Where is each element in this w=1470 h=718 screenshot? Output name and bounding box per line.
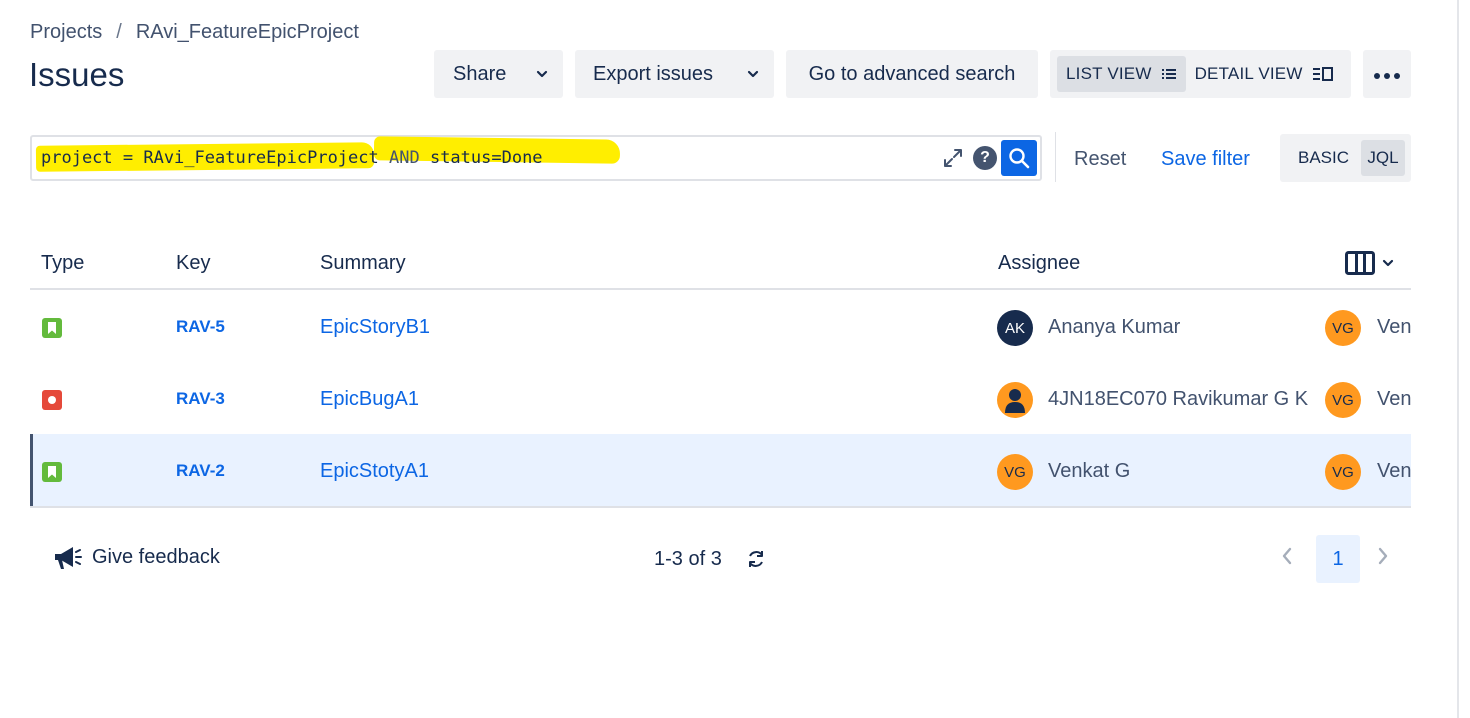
share-button[interactable]: Share xyxy=(434,50,563,98)
export-label: Export issues xyxy=(593,62,714,85)
breadcrumb-project[interactable]: RAvi_FeatureEpicProject xyxy=(136,21,359,43)
chevron-right-icon xyxy=(1378,547,1388,565)
chevron-down-icon xyxy=(1382,259,1394,267)
search-icon xyxy=(1009,148,1030,169)
table-body: RAV-5 EpicStoryB1 AK Ananya Kumar VG Ven… xyxy=(30,290,1411,508)
issue-key-link[interactable]: RAV-2 xyxy=(176,461,225,481)
columns-icon xyxy=(1345,251,1375,275)
assignee-name: Ananya Kumar xyxy=(1048,316,1181,338)
share-label: Share xyxy=(453,62,507,85)
page-title: Issues xyxy=(29,56,125,93)
list-view-label: LIST VIEW xyxy=(1066,64,1152,83)
reporter-name: Ven xyxy=(1377,316,1411,338)
breadcrumb-separator: / xyxy=(116,21,122,43)
avatar: VG xyxy=(1325,454,1361,490)
chevron-left-icon xyxy=(1282,547,1292,565)
divider xyxy=(1055,132,1056,182)
assignee-name: 4JN18EC070 Ravikumar G K xyxy=(1048,388,1309,410)
give-feedback-label: Give feedback xyxy=(92,545,220,568)
issue-key-link[interactable]: RAV-3 xyxy=(176,389,225,409)
column-header-type[interactable]: Type xyxy=(41,252,84,275)
issue-key-link[interactable]: RAV-5 xyxy=(176,317,225,337)
column-picker-button[interactable] xyxy=(1345,251,1395,275)
result-count: 1-3 of 3 xyxy=(654,548,722,570)
avatar: VG xyxy=(1325,310,1361,346)
default-avatar-icon xyxy=(997,382,1033,418)
jql-search-input[interactable]: project = RAvi_FeatureEpicProject AND st… xyxy=(30,135,1042,181)
avatar: VG xyxy=(1325,382,1361,418)
table-header: Type Key Summary Assignee xyxy=(30,240,1411,290)
chevron-down-icon xyxy=(535,67,549,81)
megaphone-icon xyxy=(55,547,82,569)
breadcrumb-projects[interactable]: Projects xyxy=(30,21,102,43)
assignee-name: Venkat G xyxy=(1048,460,1131,482)
avatar: AK xyxy=(997,310,1033,346)
detail-view-icon xyxy=(1312,67,1333,81)
column-header-summary[interactable]: Summary xyxy=(320,252,406,275)
jql-query-text[interactable]: project = RAvi_FeatureEpicProject AND st… xyxy=(41,148,543,168)
refresh-icon[interactable] xyxy=(745,548,767,570)
story-icon xyxy=(42,462,62,482)
export-issues-button[interactable]: Export issues xyxy=(575,50,774,98)
more-icon xyxy=(1373,63,1401,86)
reporter-name: Ven xyxy=(1377,460,1411,482)
page-edge-divider xyxy=(1457,0,1459,718)
next-page-button[interactable] xyxy=(1376,545,1390,573)
table-row[interactable]: RAV-3 EpicBugA1 4JN18EC070 Ravikumar G K… xyxy=(30,362,1411,434)
issue-summary-link[interactable]: EpicStotyA1 xyxy=(320,460,429,483)
jql-query-clause: project = RAvi_FeatureEpicProject xyxy=(41,148,389,168)
reporter-name: Ven xyxy=(1377,388,1411,410)
jql-query-status: status=Done xyxy=(419,148,543,168)
jql-mode-button[interactable]: JQL xyxy=(1361,140,1405,176)
avatar: VG xyxy=(997,454,1033,490)
breadcrumb: Projects / RAvi_FeatureEpicProject xyxy=(30,21,359,44)
help-icon[interactable]: ? xyxy=(973,146,997,170)
view-toggle: LIST VIEW DETAIL VIEW xyxy=(1050,50,1351,98)
expand-icon[interactable] xyxy=(942,147,964,169)
detail-view-button[interactable]: DETAIL VIEW xyxy=(1186,56,1343,92)
table-row[interactable]: RAV-5 EpicStoryB1 AK Ananya Kumar VG Ven xyxy=(30,290,1411,362)
chevron-down-icon xyxy=(746,67,760,81)
save-filter-button[interactable]: Save filter xyxy=(1161,148,1250,171)
issue-summary-link[interactable]: EpicBugA1 xyxy=(320,388,419,411)
table-row-selected[interactable]: RAV-2 EpicStotyA1 VG Venkat G VG Ven xyxy=(30,434,1411,506)
give-feedback-button[interactable]: Give feedback xyxy=(52,543,220,571)
detail-view-label: DETAIL VIEW xyxy=(1194,64,1303,83)
search-mode-toggle: BASIC JQL xyxy=(1280,134,1411,182)
list-icon xyxy=(1161,68,1176,80)
advanced-search-button[interactable]: Go to advanced search xyxy=(786,50,1038,98)
basic-mode-button[interactable]: BASIC xyxy=(1286,140,1361,176)
issues-table: Type Key Summary Assignee RAV-5 EpicStor… xyxy=(30,240,1411,508)
jql-operator-and: AND xyxy=(389,148,420,168)
previous-page-button[interactable] xyxy=(1280,545,1294,573)
more-actions-button[interactable] xyxy=(1363,50,1411,98)
column-header-assignee[interactable]: Assignee xyxy=(998,252,1080,275)
list-view-button[interactable]: LIST VIEW xyxy=(1057,56,1186,92)
column-header-key[interactable]: Key xyxy=(176,252,210,275)
bug-icon xyxy=(42,390,62,410)
story-icon xyxy=(42,318,62,338)
reset-button[interactable]: Reset xyxy=(1074,148,1126,171)
search-button[interactable] xyxy=(1001,140,1037,176)
page-1-button[interactable]: 1 xyxy=(1316,535,1360,583)
issue-summary-link[interactable]: EpicStoryB1 xyxy=(320,316,430,339)
